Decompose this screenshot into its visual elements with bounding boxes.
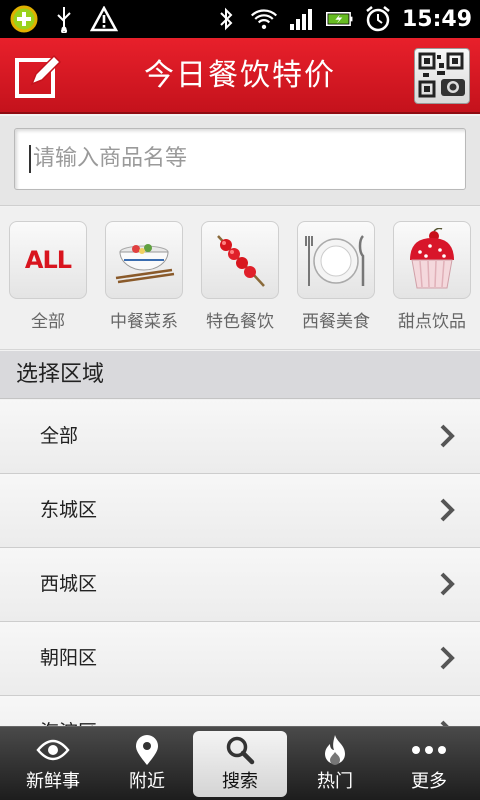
wifi-icon xyxy=(250,5,278,33)
list-item[interactable]: 海淀区 xyxy=(0,696,480,726)
bluetooth-icon xyxy=(212,5,240,33)
search-bar: 请输入商品名等 xyxy=(0,116,480,206)
nav-nearby[interactable]: 附近 xyxy=(100,731,194,797)
region-section-header: 选择区域 xyxy=(0,351,480,399)
category-label: 西餐美食 xyxy=(302,312,370,332)
location-pin-icon xyxy=(100,731,194,765)
list-item-label: 西城区 xyxy=(40,573,98,595)
cupcake-icon xyxy=(393,221,471,299)
category-label: 全部 xyxy=(31,312,65,332)
nav-label: 热门 xyxy=(317,771,353,792)
category-label: 甜点饮品 xyxy=(398,312,466,332)
alarm-icon xyxy=(364,5,392,33)
search-icon xyxy=(193,731,287,765)
western-plate-icon xyxy=(297,221,375,299)
text-caret xyxy=(29,145,31,173)
category-chinese[interactable]: 中餐菜系 xyxy=(104,221,184,341)
nav-more[interactable]: 更多 xyxy=(382,731,476,797)
category-bar: ALL 全部 中餐菜系 特色餐饮 西餐美食 甜点饮品 xyxy=(0,207,480,350)
chinese-food-bowl-icon xyxy=(105,221,183,299)
page-title: 今日餐饮特价 xyxy=(144,58,336,93)
nav-hot[interactable]: 热门 xyxy=(288,731,382,797)
list-item[interactable]: 全部 xyxy=(0,400,480,474)
eye-icon xyxy=(6,731,100,765)
category-all[interactable]: ALL 全部 xyxy=(8,221,88,341)
category-specialty[interactable]: 特色餐饮 xyxy=(200,221,280,341)
status-bar: 15:49 xyxy=(0,0,480,38)
skewer-icon xyxy=(201,221,279,299)
search-input[interactable]: 请输入商品名等 xyxy=(14,128,466,190)
region-list: 全部 东城区 西城区 朝阳区 海淀区 xyxy=(0,400,480,726)
flame-icon xyxy=(288,731,382,765)
list-item-label: 海淀区 xyxy=(40,696,97,726)
category-western[interactable]: 西餐美食 xyxy=(296,221,376,341)
region-section-title: 选择区域 xyxy=(16,362,105,387)
category-label: 特色餐饮 xyxy=(206,312,274,332)
category-label: 中餐菜系 xyxy=(110,312,178,332)
list-item-label: 朝阳区 xyxy=(40,647,98,669)
more-dots-icon xyxy=(382,731,476,765)
chevron-right-icon xyxy=(440,572,455,596)
usb-icon xyxy=(50,5,78,33)
list-item[interactable]: 东城区 xyxy=(0,474,480,548)
list-item-label: 全部 xyxy=(40,425,79,447)
nav-news[interactable]: 新鲜事 xyxy=(6,731,100,797)
all-icon: ALL xyxy=(9,221,87,299)
list-item-label: 东城区 xyxy=(40,499,98,521)
category-dessert[interactable]: 甜点饮品 xyxy=(392,221,472,341)
all-icon-text: ALL xyxy=(24,246,72,274)
status-clock: 15:49 xyxy=(401,6,472,32)
app-header: 今日餐饮特价 xyxy=(0,38,480,114)
chevron-right-icon xyxy=(440,424,455,448)
search-placeholder: 请输入商品名等 xyxy=(33,146,188,171)
list-item[interactable]: 西城区 xyxy=(0,548,480,622)
chevron-right-icon xyxy=(440,498,455,522)
nav-label: 新鲜事 xyxy=(26,771,80,792)
nav-label: 更多 xyxy=(411,771,447,792)
warning-icon xyxy=(90,5,118,33)
nav-search[interactable]: 搜索 xyxy=(193,731,287,797)
qr-scan-button[interactable] xyxy=(414,48,470,104)
360-security-icon xyxy=(10,5,38,33)
signal-icon xyxy=(288,5,316,33)
battery-charging-icon xyxy=(325,5,354,33)
nav-label: 附近 xyxy=(129,771,165,792)
bottom-nav: 新鲜事 附近 搜索 热门 更多 xyxy=(0,726,480,800)
qr-code-icon xyxy=(418,52,465,98)
list-item[interactable]: 朝阳区 xyxy=(0,622,480,696)
nav-label: 搜索 xyxy=(222,771,258,792)
chevron-right-icon xyxy=(440,646,455,670)
